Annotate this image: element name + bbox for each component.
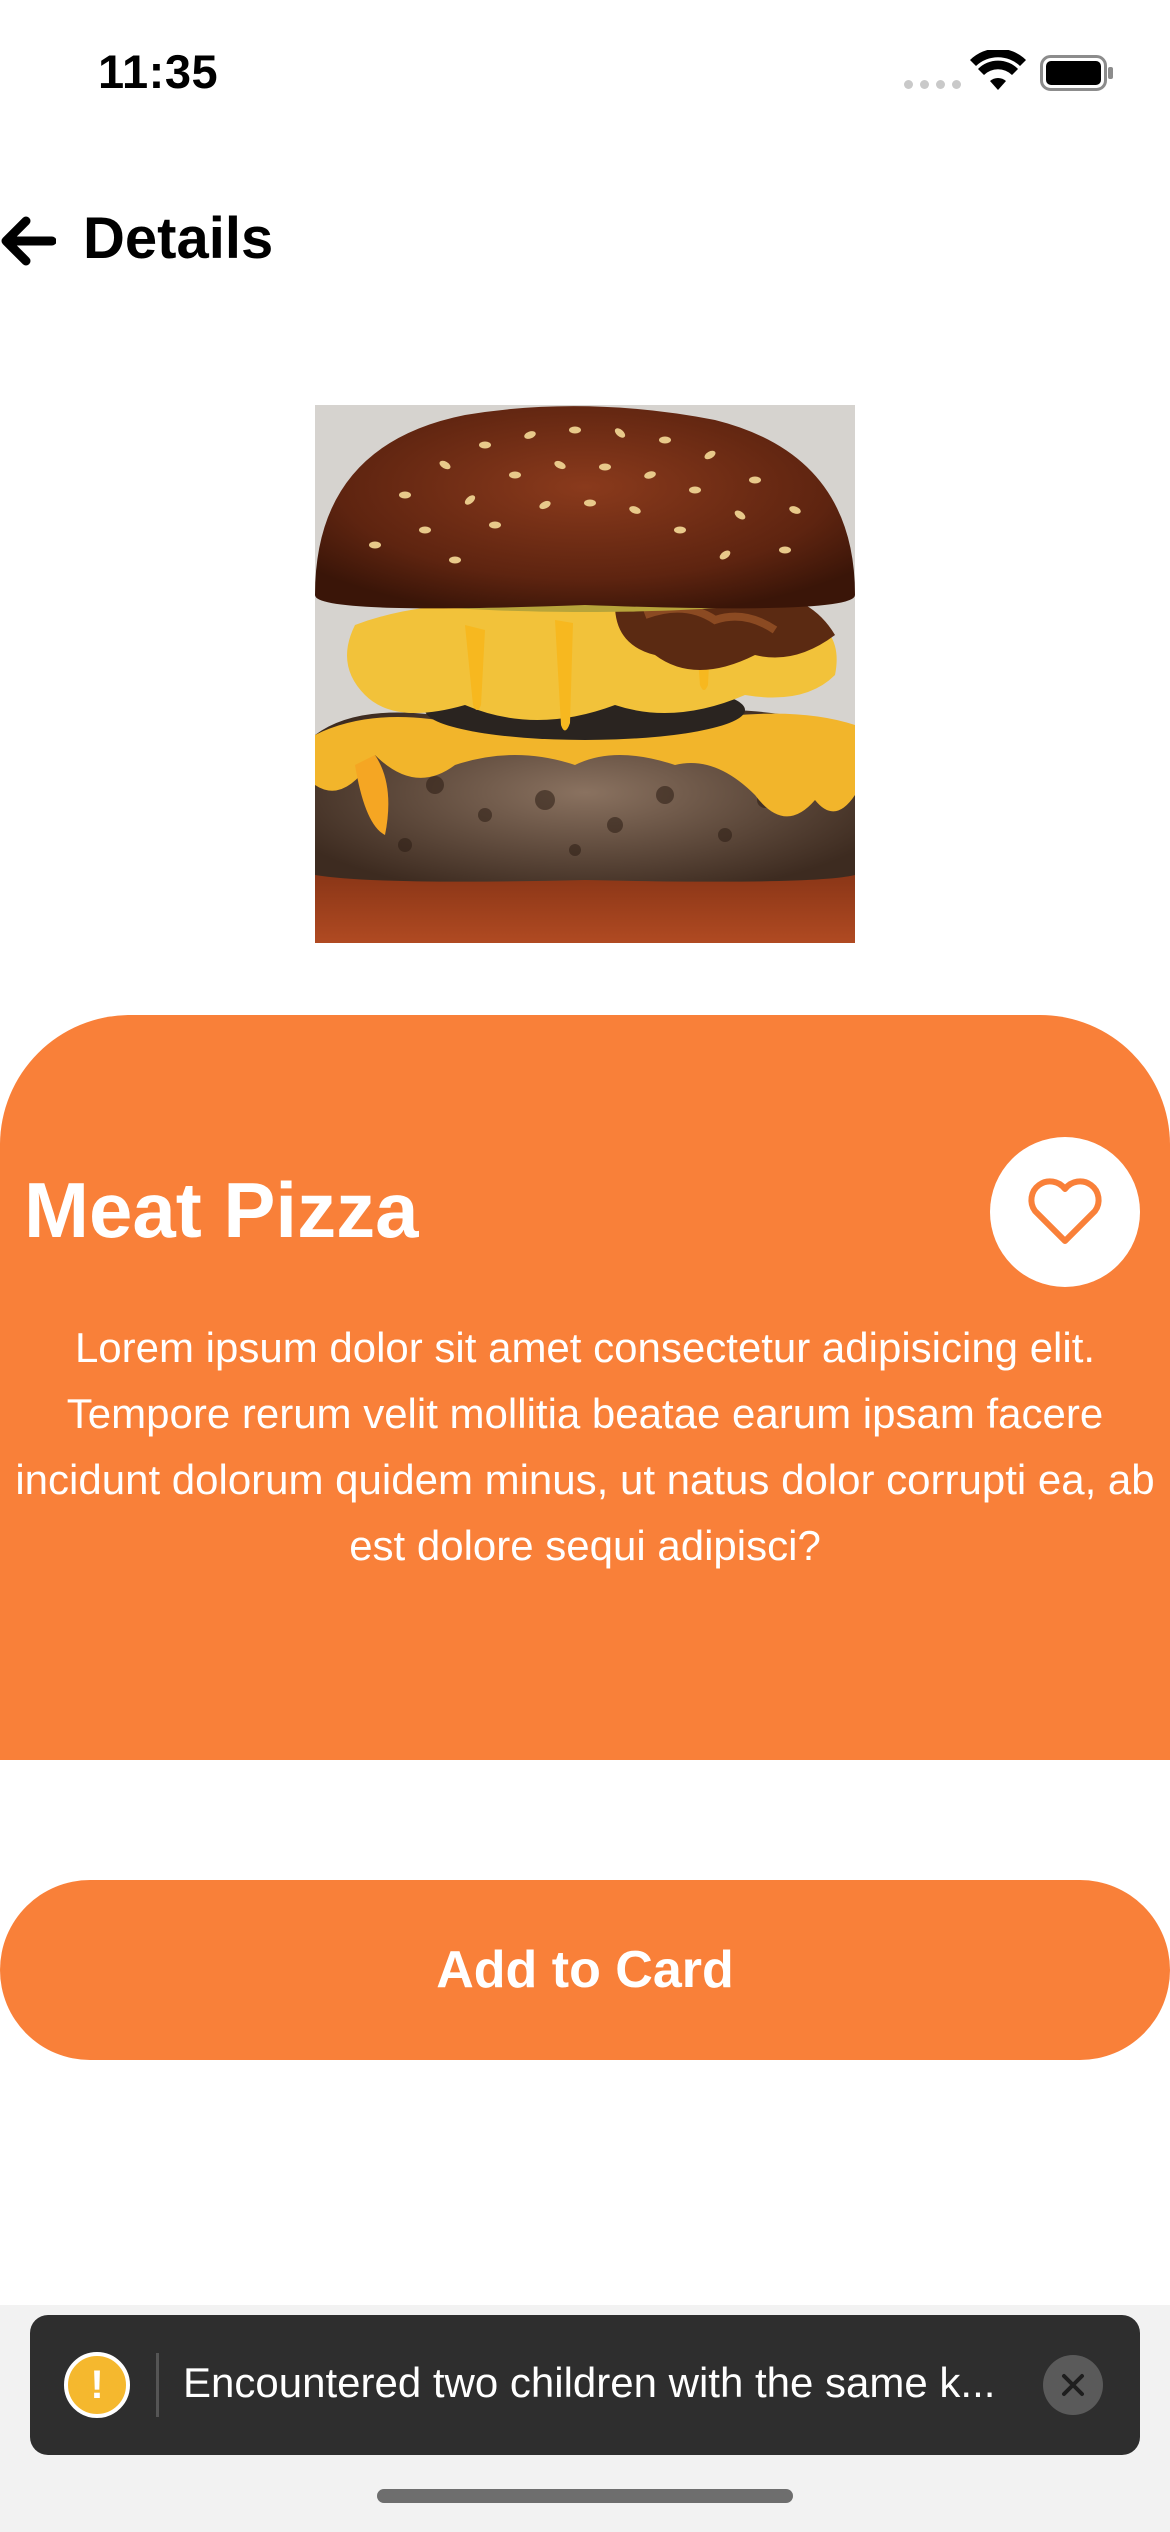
add-to-card-button[interactable]: Add to Card <box>0 1880 1170 2060</box>
status-time: 11:35 <box>98 45 219 98</box>
toast-close-button[interactable] <box>1043 2355 1103 2415</box>
wifi-icon <box>970 50 1026 90</box>
close-icon <box>1062 2374 1084 2396</box>
arrow-left-icon[interactable] <box>0 213 56 269</box>
status-bar: 11:35 <box>0 0 1170 150</box>
home-indicator[interactable] <box>377 2489 793 2503</box>
warning-toast[interactable]: ! Encountered two children with the same… <box>30 2315 1140 2455</box>
warning-icon: ! <box>64 2352 130 2418</box>
header: Details <box>0 195 1170 285</box>
toast-message: Encountered two children with the same k… <box>183 2359 996 2406</box>
page-title: Details <box>83 206 274 271</box>
product-image <box>315 405 855 943</box>
heart-icon <box>1028 1178 1102 1244</box>
signal-icon <box>904 80 961 89</box>
favorite-button[interactable] <box>990 1137 1140 1287</box>
product-name: Meat Pizza <box>24 1166 419 1254</box>
product-info-card: Meat Pizza Lorem ipsum dolor sit amet co… <box>0 1015 1170 1760</box>
battery-icon <box>1040 55 1113 91</box>
product-description: Lorem ipsum dolor sit amet consectetur a… <box>15 1324 1155 1569</box>
toast-divider <box>156 2353 159 2417</box>
